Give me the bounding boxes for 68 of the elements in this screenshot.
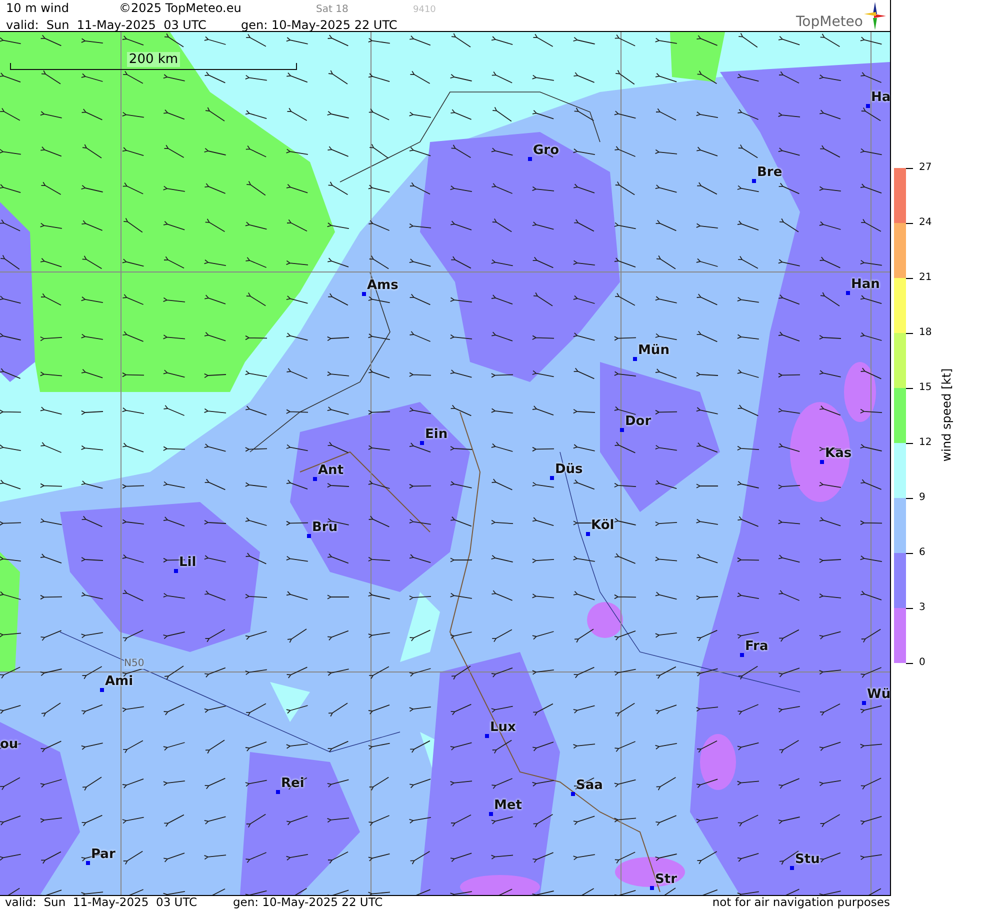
- code-text: 9410: [413, 4, 436, 17]
- compass-star-icon: [864, 2, 886, 30]
- legend-title: wind speed [kt]: [940, 368, 954, 462]
- city-label: Han: [851, 278, 880, 292]
- city-marker-icon: [276, 790, 280, 794]
- city-label: Ami: [105, 675, 134, 689]
- tick-label: 18: [919, 326, 932, 340]
- city-marker-icon: [633, 357, 637, 361]
- valid-time: valid: Sun 11-May-2025 03 UTC: [5, 896, 198, 909]
- city-label: Dor: [625, 415, 652, 429]
- city-marker-icon: [550, 476, 554, 480]
- scale-label: 200 km: [126, 52, 180, 67]
- generated-time: gen: 10-May-2025 22 UTC: [233, 896, 383, 909]
- city-label: Wü: [867, 688, 890, 702]
- city-marker-icon: [86, 861, 90, 865]
- tick-label: 12: [919, 436, 932, 450]
- map-title: 10 m wind: [6, 1, 70, 16]
- city-label: Ha: [871, 91, 890, 105]
- city-label: Mün: [638, 344, 670, 358]
- tick-label: 27: [919, 161, 932, 175]
- generated-time: gen: 10-May-2025 22 UTC: [241, 18, 398, 33]
- city-marker-icon: [528, 157, 532, 161]
- city-marker-icon: [862, 701, 866, 705]
- city-marker-icon: [307, 534, 311, 538]
- city-label: Str: [655, 873, 677, 887]
- city-marker-icon: [420, 441, 424, 445]
- city-marker-icon: [485, 734, 489, 738]
- city-marker-icon: [174, 569, 178, 573]
- city-marker-icon: [100, 688, 104, 692]
- city-marker-icon: [489, 812, 493, 816]
- city-marker-icon: [846, 291, 850, 295]
- city-marker-icon: [620, 428, 624, 432]
- logo-text: TopMeteo: [796, 14, 863, 30]
- city-label: Bru: [312, 521, 338, 535]
- city-marker-icon: [866, 104, 870, 108]
- city-marker-icon: [650, 886, 654, 890]
- city-label: Köl: [591, 519, 614, 533]
- city-marker-icon: [586, 532, 590, 536]
- tick-label: 3: [919, 601, 926, 615]
- copyright-text: ©2025 TopMeteo.eu: [119, 1, 242, 16]
- city-marker-icon: [740, 653, 744, 657]
- city-label: Lil: [179, 556, 196, 570]
- tick-label: 0: [919, 656, 926, 670]
- city-marker-icon: [790, 866, 794, 870]
- tick-label: 21: [919, 271, 932, 285]
- city-label: Fra: [745, 640, 768, 654]
- city-label: Met: [494, 799, 522, 813]
- city-label: Stu: [795, 853, 820, 867]
- latitude-label: N50: [124, 658, 144, 669]
- city-marker-icon: [820, 460, 824, 464]
- city-label: Bre: [757, 166, 782, 180]
- city-label: Düs: [555, 463, 583, 477]
- city-label: Kas: [825, 447, 852, 461]
- tick-label: 9: [919, 491, 926, 505]
- tick-label: 15: [919, 381, 932, 395]
- city-marker-icon: [752, 179, 756, 183]
- city-label: Saa: [576, 779, 603, 793]
- city-label: Par: [91, 848, 116, 862]
- city-marker-icon: [313, 477, 317, 481]
- city-label: Ein: [425, 428, 448, 442]
- city-marker-icon: [571, 792, 575, 796]
- satellite-text: Sat 18: [316, 3, 350, 17]
- valid-time: valid: Sun 11-May-2025 03 UTC: [6, 18, 208, 33]
- city-marker-icon: [362, 292, 366, 296]
- city-label: Ant: [318, 464, 344, 478]
- disclaimer-text: not for air navigation purposes: [712, 896, 891, 909]
- tick-label: 24: [919, 216, 932, 230]
- tick-label: 6: [919, 546, 926, 560]
